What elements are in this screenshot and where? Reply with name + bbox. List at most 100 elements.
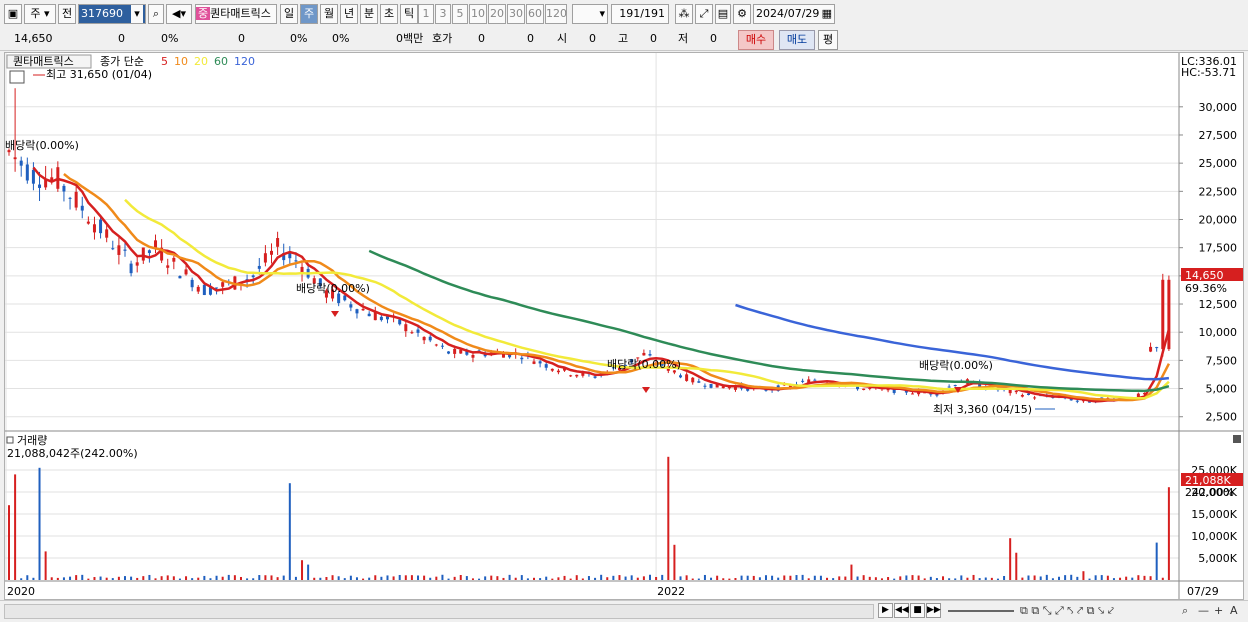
volume-bar [93,577,96,580]
volume-bar [447,578,450,580]
bar-count-field[interactable]: 191/191 [611,4,669,24]
average-button[interactable]: 평 [818,30,838,50]
layout-tools[interactable]: ⧉ ⧉ ⤡ ⤢ ⤣ ⤤ ⧉ ⤥ ⤦ [1020,604,1114,618]
zoom-icon[interactable]: ⌕ [1182,604,1188,618]
stock-name: 퀀타매트릭스 [210,7,271,20]
volume-bar [899,576,902,580]
candle-body [447,351,451,354]
volume-bar [502,577,505,580]
zoom-slider[interactable] [948,610,1014,612]
interval-button[interactable]: 5 [452,4,468,24]
stock-code-input[interactable]: 317690 ▾ [78,4,146,24]
hoga-label: 호가 [432,32,453,45]
volume-bar [685,575,688,580]
interval-button[interactable]: 20 [488,4,506,24]
settings-gear-icon[interactable]: ⚙ [733,4,751,24]
candle-body [190,279,194,288]
scroll-bar: ▶ ◀◀ ■ ▶▶ ⧉ ⧉ ⤡ ⤢ ⤣ ⤤ ⧉ ⤥ ⤦ ⌕ — + A [0,600,1248,622]
volume-tick-label: 10,000K [1191,530,1237,543]
candle-body [868,387,872,389]
volume-bar [850,564,853,580]
period-tab[interactable]: 분 [360,4,378,24]
save-icon[interactable]: ▤ [715,4,731,24]
candle-body [428,336,432,341]
forward-icon[interactable]: ▶▶ [926,603,941,618]
font-size-icon[interactable]: A [1230,604,1238,617]
zoom-out-icon[interactable]: — [1198,604,1209,617]
compare-icon[interactable]: ⁂ [675,4,693,24]
hc-value: HC:-53.71 [1181,66,1236,79]
calendar-icon[interactable]: ▦ [822,5,832,23]
sell-button[interactable]: 매도 [779,30,815,50]
volume-bar [105,577,108,580]
interval-dropdown-icon: ▾ [599,7,605,20]
volume-bar [1009,538,1012,580]
stock-chart[interactable]: 30,000 27,500 25,000 22,500 20,000 17,500 15,0… [5,53,1243,599]
interval-button[interactable]: 1 [418,4,434,24]
zoom-in-icon[interactable]: + [1214,604,1223,617]
speaker-icon[interactable]: ◀▾ [166,4,192,24]
candle-body [685,374,689,381]
bar-count: 191 [619,7,641,20]
rewind-icon[interactable]: ◀◀ [894,603,909,618]
candle-body [910,393,914,395]
horizontal-scrollbar[interactable] [4,604,874,619]
candle-body [422,336,426,341]
candle-body [99,219,103,234]
volume-bar [478,578,481,580]
volume-bar [789,575,792,580]
period-tab[interactable]: 년 [340,4,358,24]
candle-body [263,253,267,263]
interval-button[interactable]: 10 [469,4,487,24]
current-price-pct: 69.36% [1185,282,1227,295]
candle-body [404,324,408,332]
period-tab[interactable]: 주 [300,4,318,24]
volume-bar [26,575,29,580]
interval-dropdown[interactable]: ▾ [572,4,608,24]
interval-button[interactable]: 60 [526,4,544,24]
draw-icon[interactable]: ⤢ [695,4,713,24]
market-select[interactable]: 주 ▾ [24,4,56,24]
date-field[interactable]: 2024/07/29 ▦ [753,4,835,24]
period-tab[interactable]: 일 [280,4,298,24]
stock-name-field[interactable]: 중 퀀타매트릭스 [195,4,277,24]
window-menu-icon[interactable]: ▣ [4,4,22,24]
period-tab[interactable]: 초 [380,4,398,24]
interval-button[interactable]: 3 [435,4,451,24]
candle-body [19,160,23,166]
search-icon[interactable]: ⌕ [148,4,164,24]
volume-bar [630,575,633,580]
volume-bar [716,575,719,580]
x-end-label: 07/29 [1187,585,1219,598]
candle-body [178,276,182,279]
candle-body [679,375,683,378]
volume-bar [264,575,267,580]
volume-bar [276,577,279,580]
candle-body [642,352,646,356]
code-dropdown-icon[interactable]: ▾ [131,5,143,23]
price-type-button[interactable]: 전 [58,4,76,24]
volume-panel-icon [6,436,14,444]
interval-button[interactable]: 120 [545,4,567,24]
interval-button[interactable]: 30 [507,4,525,24]
volume-bar [301,560,304,580]
volume-bar [337,576,340,580]
ma-legend-label: 종가 단순 [100,55,144,68]
volume-bar [172,576,175,580]
stop-icon[interactable]: ■ [910,603,925,618]
candle-body [367,313,371,317]
high-annotation: 최고 31,650 (01/04) [46,68,152,81]
chart-area[interactable]: 30,000 27,500 25,000 22,500 20,000 17,500 15,0… [4,52,1244,600]
period-tab[interactable]: 월 [320,4,338,24]
stock-code-value: 317690 [81,7,123,20]
period-tab[interactable]: 틱 [400,4,418,24]
y-tick-label: 17,500 [1199,242,1238,255]
candle-body [440,345,444,347]
candle-body [276,238,280,247]
candle-body [556,370,560,373]
candle-body [343,295,347,301]
play-icon[interactable]: ▶ [878,603,893,618]
volume-bar [1094,575,1097,580]
buy-button[interactable]: 매수 [738,30,774,50]
ma-line-5 [32,166,1171,403]
